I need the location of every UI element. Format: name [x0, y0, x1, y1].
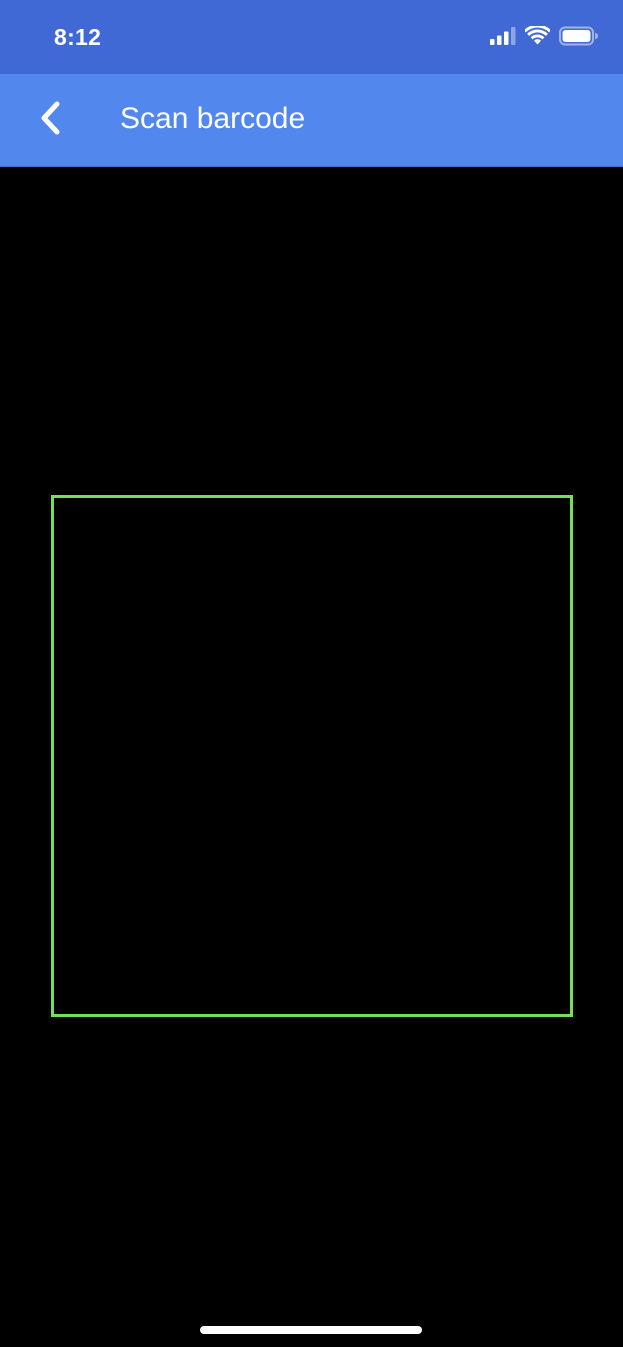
status-icons [490, 24, 599, 51]
status-bar: 8:12 [0, 0, 623, 74]
battery-icon [559, 26, 599, 51]
wifi-icon [523, 24, 552, 50]
status-time: 8:12 [54, 24, 102, 50]
chevron-left-icon [38, 101, 62, 140]
page-title: Scan barcode [120, 102, 306, 135]
navigation-bar: Scan barcode [0, 74, 623, 167]
back-button[interactable] [26, 96, 74, 144]
scan-barcode-screen: 8:12 Scan barcode [0, 0, 623, 1347]
cellular-signal-icon [490, 26, 516, 50]
scan-target-frame [51, 495, 573, 1017]
home-indicator[interactable] [200, 1326, 422, 1334]
